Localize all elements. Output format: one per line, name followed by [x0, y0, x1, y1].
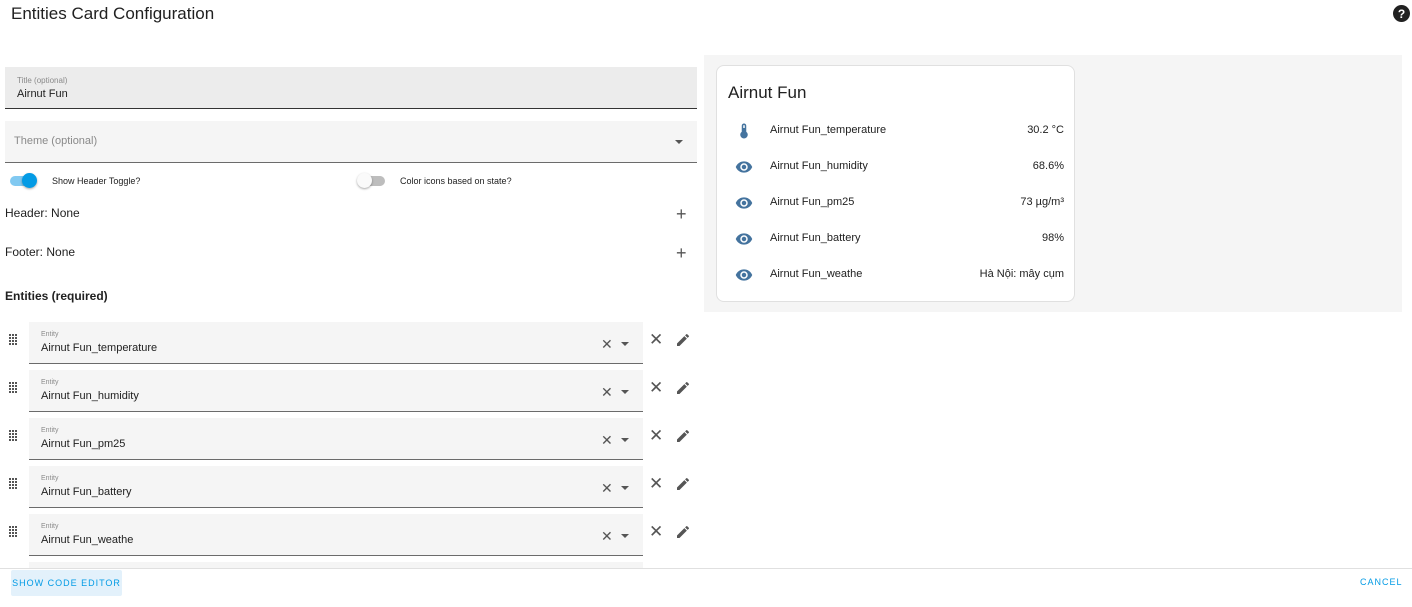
entities-card-preview: Airnut Fun Airnut Fun_temperature 30.2 °…: [716, 65, 1075, 302]
card-entity-state: Hà Nội: mây cụm: [979, 268, 1064, 280]
clear-icon[interactable]: ✕: [601, 480, 613, 497]
card-entity-state: 30.2 °C: [1027, 124, 1064, 136]
footer-label: Footer: None: [5, 245, 76, 259]
entity-picker-value: Airnut Fun_temperature: [41, 342, 158, 354]
add-header-plus-icon[interactable]: +: [676, 205, 687, 223]
clear-icon[interactable]: ✕: [601, 384, 613, 401]
title-field-label: Title (optional): [17, 76, 68, 85]
entity-picker-label: Entity: [41, 475, 59, 482]
chevron-down-icon[interactable]: [621, 534, 629, 538]
card-entity-row[interactable]: Airnut Fun_temperature 30.2 °C: [717, 113, 1076, 149]
card-entity-row[interactable]: Airnut Fun_pm25 73 µg/m³: [717, 185, 1076, 221]
clear-icon[interactable]: ✕: [601, 528, 613, 545]
card-entity-row[interactable]: Airnut Fun_humidity 68.6%: [717, 149, 1076, 185]
remove-entity-close-icon[interactable]: ✕: [649, 378, 663, 398]
eye-icon: [735, 269, 753, 281]
thermometer-icon: [740, 123, 748, 139]
eye-icon: [735, 197, 753, 209]
card-entity-state: 73 µg/m³: [1020, 196, 1064, 208]
card-entity-name: Airnut Fun_temperature: [770, 124, 887, 136]
card-title: Airnut Fun: [728, 83, 807, 102]
chevron-down-icon[interactable]: [621, 390, 629, 394]
show-header-toggle-label: Show Header Toggle?: [52, 176, 141, 186]
entity-picker-value: Airnut Fun_battery: [41, 486, 132, 498]
color-icons-toggle-label: Color icons based on state?: [400, 176, 512, 186]
edit-pencil-icon[interactable]: [675, 524, 691, 540]
switch-thumb: [357, 173, 372, 188]
entity-picker-label: Entity: [41, 331, 59, 338]
dialog-title: Entities Card Configuration: [11, 4, 215, 23]
entity-picker-value: Airnut Fun_pm25: [41, 438, 126, 450]
edit-pencil-icon[interactable]: [675, 428, 691, 444]
remove-entity-close-icon[interactable]: ✕: [649, 426, 663, 446]
eye-icon: [735, 161, 753, 173]
edit-pencil-icon[interactable]: [675, 476, 691, 492]
chevron-down-icon[interactable]: [621, 438, 629, 442]
card-entity-name: Airnut Fun_humidity: [770, 160, 868, 172]
entity-picker-value: Airnut Fun_humidity: [41, 390, 139, 402]
edit-pencil-icon[interactable]: [675, 380, 691, 396]
add-footer-plus-icon[interactable]: +: [676, 244, 687, 262]
entity-picker[interactable]: Entity Airnut Fun_temperature ✕: [29, 322, 643, 364]
entity-picker[interactable]: Entity Airnut Fun_weathe ✕: [29, 514, 643, 556]
header-label: Header: None: [5, 206, 80, 220]
chevron-down-icon[interactable]: [621, 486, 629, 490]
chevron-down-icon: [675, 140, 683, 144]
clear-icon[interactable]: ✕: [601, 432, 613, 449]
title-field-value: Airnut Fun: [17, 88, 68, 100]
remove-entity-close-icon[interactable]: ✕: [649, 330, 663, 350]
theme-select[interactable]: Theme (optional): [5, 121, 697, 163]
edit-pencil-icon[interactable]: [675, 332, 691, 348]
card-entity-state: 68.6%: [1032, 160, 1064, 172]
cancel-button[interactable]: CANCEL: [1360, 577, 1403, 587]
drag-handle-icon[interactable]: [9, 430, 19, 442]
chevron-down-icon[interactable]: [621, 342, 629, 346]
card-entity-row[interactable]: Airnut Fun_battery 98%: [717, 221, 1076, 257]
remove-entity-close-icon[interactable]: ✕: [649, 522, 663, 542]
switch-thumb: [22, 173, 37, 188]
title-field[interactable]: Title (optional) Airnut Fun: [5, 67, 697, 109]
entity-picker-value: Airnut Fun_weathe: [41, 534, 134, 546]
entity-picker[interactable]: Entity Airnut Fun_battery ✕: [29, 466, 643, 508]
card-entity-name: Airnut Fun_pm25: [770, 196, 855, 208]
drag-handle-icon[interactable]: [9, 334, 19, 346]
clear-icon[interactable]: ✕: [601, 336, 613, 353]
drag-handle-icon[interactable]: [9, 526, 19, 538]
dialog-actions: SHOW CODE EDITOR CANCEL: [0, 568, 1412, 607]
card-entity-name: Airnut Fun_battery: [770, 232, 861, 244]
entity-picker-label: Entity: [41, 379, 59, 386]
entity-picker[interactable]: Entity Airnut Fun_pm25 ✕: [29, 418, 643, 460]
entities-heading: Entities (required): [5, 289, 108, 303]
drag-handle-icon[interactable]: [9, 382, 19, 394]
show-code-editor-button[interactable]: SHOW CODE EDITOR: [11, 570, 122, 596]
theme-select-placeholder: Theme (optional): [14, 135, 98, 147]
card-entity-name: Airnut Fun_weathe: [770, 268, 863, 280]
entity-picker[interactable]: Entity Airnut Fun_humidity ✕: [29, 370, 643, 412]
entity-picker-label: Entity: [41, 523, 59, 530]
entities-card-config-dialog: Entities Card Configuration ? Title (opt…: [0, 0, 1412, 607]
drag-handle-icon[interactable]: [9, 478, 19, 490]
eye-icon: [735, 233, 753, 245]
card-entity-state: 98%: [1041, 232, 1064, 244]
card-entity-row[interactable]: Airnut Fun_weathe Hà Nội: mây cụm: [717, 257, 1076, 293]
remove-entity-close-icon[interactable]: ✕: [649, 474, 663, 494]
entity-picker-label: Entity: [41, 427, 59, 434]
help-icon[interactable]: ?: [1393, 5, 1410, 22]
